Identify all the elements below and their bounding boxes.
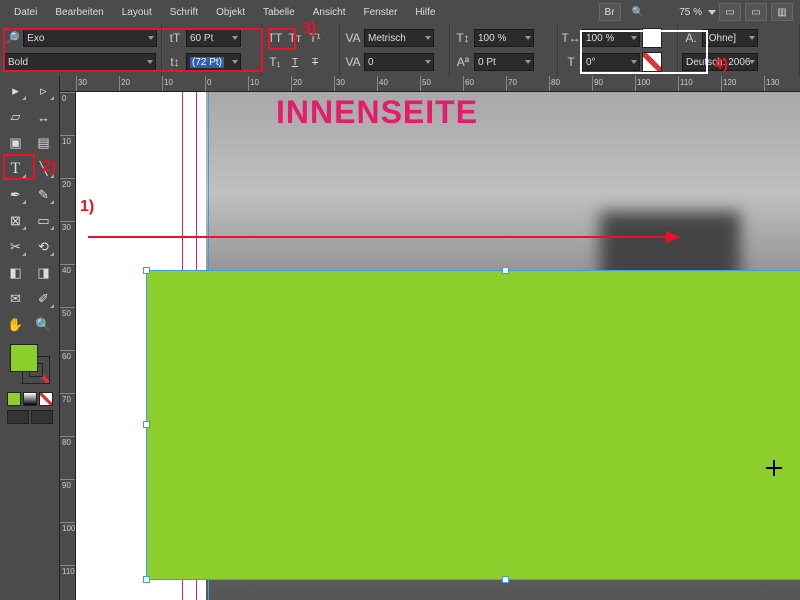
arrange-icon[interactable]: ▥ bbox=[771, 3, 793, 21]
rectangle-frame-tool[interactable]: ⊠ bbox=[4, 210, 28, 232]
menu-ansicht[interactable]: Ansicht bbox=[305, 3, 354, 22]
annotation-arrow bbox=[88, 236, 678, 238]
vscale-dropdown[interactable]: 100 % bbox=[474, 29, 534, 47]
direct-selection-tool[interactable]: ▹ bbox=[32, 80, 56, 102]
content-collector-tool[interactable]: ▣ bbox=[4, 132, 28, 154]
leading-dropdown[interactable]: (72 Pt) bbox=[186, 53, 241, 71]
font-size-dropdown[interactable]: 60 Pt bbox=[186, 29, 241, 47]
skew-icon: T bbox=[562, 53, 580, 71]
font-family-dropdown[interactable]: Exo bbox=[23, 29, 157, 47]
eyedropper-tool[interactable]: ✐ bbox=[32, 288, 56, 310]
resize-handle[interactable] bbox=[502, 576, 509, 583]
skew-dropdown[interactable]: 0° bbox=[582, 53, 640, 71]
hand-tool[interactable]: ✋ bbox=[4, 314, 28, 336]
scissors-tool[interactable]: ✂ bbox=[4, 236, 28, 258]
annotation-label-4: 4) bbox=[714, 56, 728, 74]
gradient-feather-tool[interactable]: ◨ bbox=[32, 262, 56, 284]
resize-handle[interactable] bbox=[143, 576, 150, 583]
charstyle-icon: A. bbox=[682, 29, 700, 47]
zoom-dropdown-icon[interactable] bbox=[708, 10, 716, 15]
pen-tool[interactable]: ✒ bbox=[4, 184, 28, 206]
menu-tabelle[interactable]: Tabelle bbox=[255, 3, 303, 22]
search-icon[interactable]: 🔍 bbox=[632, 7, 644, 18]
baseline-dropdown[interactable]: 0 Pt bbox=[474, 53, 534, 71]
vertical-ruler[interactable]: 0102030405060708090100110120130 bbox=[60, 92, 76, 600]
annotation-label-1: 1) bbox=[80, 198, 94, 216]
screen-mode-icon[interactable]: ▭ bbox=[745, 3, 767, 21]
menu-bearbeiten[interactable]: Bearbeiten bbox=[47, 3, 111, 22]
vscale-icon: T↕ bbox=[454, 29, 472, 47]
view-mode-icon[interactable]: ▭ bbox=[719, 3, 741, 21]
rectangle-tool[interactable]: ▭ bbox=[32, 210, 56, 232]
menu-bar: Datei Bearbeiten Layout Schrift Objekt T… bbox=[0, 0, 800, 24]
stroke-swatch[interactable] bbox=[642, 52, 662, 72]
page-tool[interactable]: ▱ bbox=[4, 106, 28, 128]
search-font-icon: 🔎 bbox=[4, 29, 21, 47]
place-cursor-icon bbox=[766, 460, 782, 476]
menu-objekt[interactable]: Objekt bbox=[208, 3, 253, 22]
resize-handle[interactable] bbox=[502, 267, 509, 274]
zoom-level[interactable]: 75 % bbox=[654, 7, 704, 18]
menu-datei[interactable]: Datei bbox=[6, 3, 45, 22]
bridge-button[interactable]: Br bbox=[599, 3, 621, 21]
fill-swatch[interactable] bbox=[642, 28, 662, 48]
tools-panel: ▸▹ ▱↔ ▣▤ T╲ ✒✎ ⊠▭ ✂⟲ ◧◨ ✉✐ ✋🔍 bbox=[0, 76, 60, 600]
menu-fenster[interactable]: Fenster bbox=[356, 3, 406, 22]
document-canvas[interactable]: INNENSEITE bbox=[76, 92, 800, 600]
type-tool[interactable]: T bbox=[4, 158, 28, 180]
baseline-icon: Aª bbox=[454, 53, 472, 71]
underline-icon[interactable]: T bbox=[286, 53, 304, 71]
hscale-dropdown[interactable]: 100 % bbox=[582, 29, 640, 47]
font-size-icon: tT bbox=[166, 29, 184, 47]
selection-tool[interactable]: ▸ bbox=[4, 80, 28, 102]
tracking-icon: VA bbox=[344, 53, 362, 71]
fill-stroke-swatch[interactable] bbox=[8, 342, 52, 386]
hscale-icon: T↔ bbox=[562, 29, 580, 47]
gradient-swatch-tool[interactable]: ◧ bbox=[4, 262, 28, 284]
leading-icon: t↕ bbox=[166, 53, 184, 71]
resize-handle[interactable] bbox=[143, 421, 150, 428]
font-style-dropdown[interactable]: Bold bbox=[4, 53, 156, 71]
page-heading: INNENSEITE bbox=[276, 94, 478, 131]
menu-schrift[interactable]: Schrift bbox=[162, 3, 206, 22]
preview-view-icon[interactable] bbox=[31, 410, 53, 424]
transform-tool[interactable]: ⟲ bbox=[32, 236, 56, 258]
content-placer-tool[interactable]: ▤ bbox=[32, 132, 56, 154]
resize-handle[interactable] bbox=[143, 267, 150, 274]
text-frame[interactable] bbox=[146, 270, 800, 580]
zoom-tool[interactable]: 🔍 bbox=[32, 314, 56, 336]
menu-layout[interactable]: Layout bbox=[114, 3, 160, 22]
tracking-dropdown[interactable]: 0 bbox=[364, 53, 434, 71]
horizontal-ruler[interactable]: 3020100102030405060708090100110120130140… bbox=[60, 76, 800, 92]
apply-color-icon[interactable] bbox=[7, 392, 21, 406]
strikethrough-icon[interactable]: T bbox=[306, 53, 324, 71]
apply-gradient-icon[interactable] bbox=[23, 392, 37, 406]
menu-hilfe[interactable]: Hilfe bbox=[407, 3, 443, 22]
charstyle-dropdown[interactable]: [Ohne] bbox=[702, 29, 758, 47]
pencil-tool[interactable]: ✎ bbox=[32, 184, 56, 206]
gap-tool[interactable]: ↔ bbox=[32, 106, 56, 128]
kerning-dropdown[interactable]: Metrisch bbox=[364, 29, 434, 47]
allcaps-icon[interactable]: TT bbox=[266, 29, 284, 47]
kerning-icon: VA bbox=[344, 29, 362, 47]
apply-none-icon[interactable] bbox=[39, 392, 53, 406]
annotation-label-2: 2) bbox=[42, 158, 56, 176]
control-bar: 🔎Exo Bold tT60 Pt t↕(72 Pt) TTTᴛT¹ T₁TT … bbox=[0, 24, 800, 76]
subscript-icon[interactable]: T₁ bbox=[266, 53, 284, 71]
annotation-label-3: 3) bbox=[302, 20, 316, 38]
normal-view-icon[interactable] bbox=[7, 410, 29, 424]
note-tool[interactable]: ✉ bbox=[4, 288, 28, 310]
